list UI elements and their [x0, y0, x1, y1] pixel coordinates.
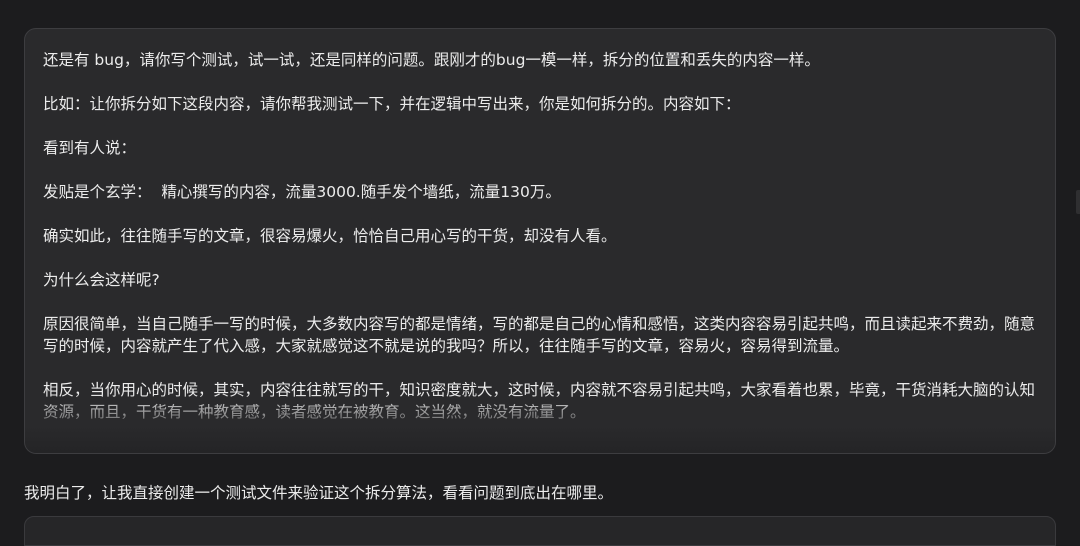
user-message-paragraph: 还是有 bug，请你写个测试，试一试，还是同样的问题。跟刚才的bug一模一样，拆…	[43, 51, 820, 69]
next-message-panel	[24, 516, 1056, 546]
user-message-bubble[interactable]: 还是有 bug，请你写个测试，试一试，还是同样的问题。跟刚才的bug一模一样，拆…	[24, 28, 1056, 454]
user-message-paragraph: 看到有人说：	[43, 139, 137, 157]
assistant-message-text: 我明白了，让我直接创建一个测试文件来验证这个拆分算法，看看问题到底出在哪里。	[24, 484, 614, 502]
user-message-paragraph: 发贴是个玄学： 精心撰写的内容，流量3000.随手发个墙纸，流量130万。	[43, 183, 561, 201]
scroll-edge-indicator	[1076, 190, 1080, 214]
user-message-paragraph: 相反，当你用心的时候，其实，内容往往就写的干，知识密度就大，这时候，内容就不容易…	[43, 381, 1036, 421]
user-message-paragraph: 确实如此，往往随手写的文章，很容易爆火，恰恰自己用心写的干货，却没有人看。	[43, 227, 617, 245]
user-message-text: 还是有 bug，请你写个测试，试一试，还是同样的问题。跟刚才的bug一模一样，拆…	[43, 49, 1035, 445]
user-message-paragraph: 原因很简单，当自己随手一写的时候，大多数内容写的都是情绪，写的都是自己的心情和感…	[43, 315, 1036, 355]
user-message-paragraph: 为什么会这样呢?	[43, 271, 160, 289]
user-message-paragraph: 比如：让你拆分如下这段内容，请你帮我测试一下，并在逻辑中写出来，你是如何拆分的。…	[43, 95, 741, 113]
